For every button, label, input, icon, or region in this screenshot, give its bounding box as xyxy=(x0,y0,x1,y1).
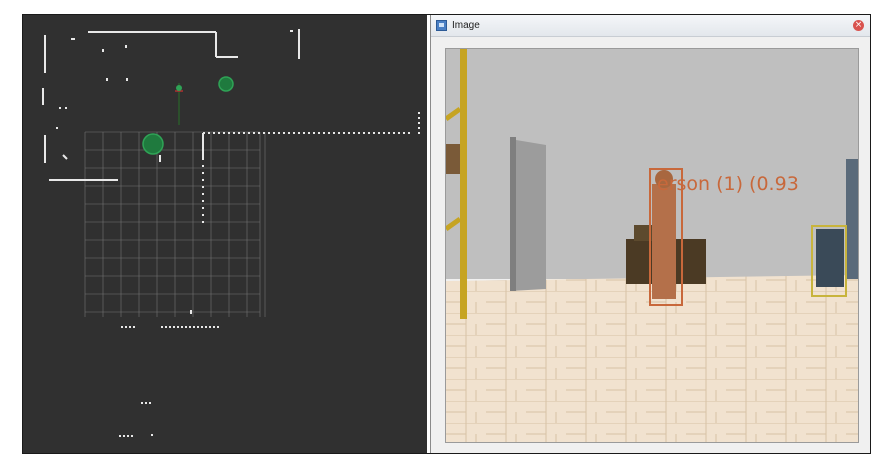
chair-figure xyxy=(816,229,844,287)
goal-marker xyxy=(218,76,234,92)
costmap-grid xyxy=(84,131,266,317)
person-marker xyxy=(142,133,164,155)
left-shelf-post xyxy=(460,49,467,319)
detection-label: erson (1) (0.93 xyxy=(657,173,799,195)
person-figure xyxy=(652,184,676,299)
rviz-map-view[interactable] xyxy=(23,15,427,453)
image-window[interactable]: Image × erson (1) (0.93 xyxy=(430,15,870,453)
shelf-box xyxy=(446,144,460,174)
map-canvas xyxy=(42,29,420,437)
right-wall xyxy=(846,159,858,279)
window-titlebar[interactable]: Image × xyxy=(431,15,870,37)
robot-marker xyxy=(176,85,182,91)
camera-image: erson (1) (0.93 xyxy=(445,48,859,443)
camera-scene xyxy=(446,49,858,442)
close-button[interactable]: × xyxy=(853,20,864,31)
wall-edge xyxy=(510,137,516,291)
window-title: Image xyxy=(452,20,480,31)
laser-scan-points xyxy=(42,29,420,437)
floor xyxy=(446,275,858,442)
image-viewer-icon xyxy=(436,20,447,31)
